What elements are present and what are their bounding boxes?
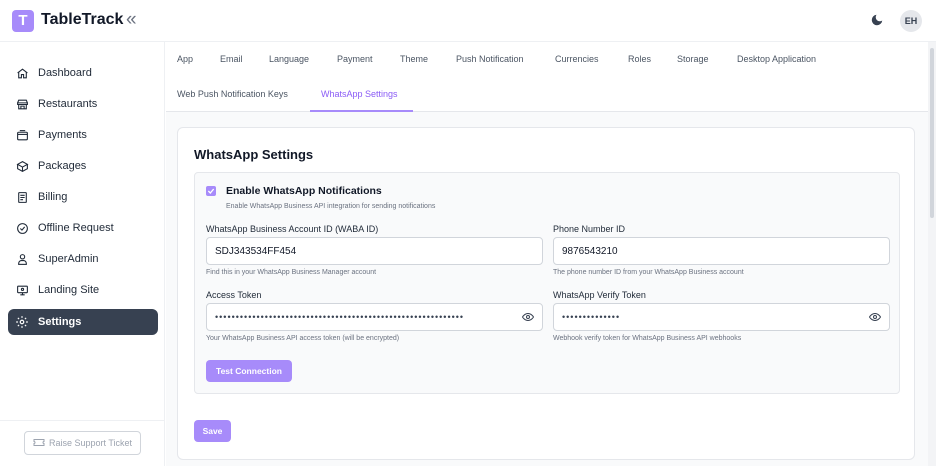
test-connection-button[interactable]: Test Connection [206,360,292,382]
tab-currencies[interactable]: Currencies [555,54,599,64]
tab-push-notification[interactable]: Push Notification [456,54,524,64]
enable-whatsapp-label: Enable WhatsApp Notifications [226,185,382,197]
avatar[interactable]: EH [900,10,922,32]
waba-id-help: Find this in your WhatsApp Business Mana… [206,269,377,276]
sidebar-item-label: Offline Request [38,222,114,234]
user-icon [14,251,30,267]
settings-tabs: App Email Language Payment Theme Push No… [166,42,928,112]
save-button[interactable]: Save [194,420,231,442]
sidebar-item-label: Landing Site [38,284,100,296]
brand-name: TableTrack [41,11,124,28]
tab-web-push-notification-keys[interactable]: Web Push Notification Keys [177,89,288,99]
verify-token-help: Webhook verify token for WhatsApp Busine… [553,335,742,342]
sidebar-item-offline-request[interactable]: Offline Request [8,215,158,241]
tab-payment[interactable]: Payment [337,54,373,64]
document-icon [14,189,30,205]
wallet-icon [14,127,30,143]
collapse-sidebar-button[interactable]: « [126,9,137,31]
sidebar-item-dashboard[interactable]: Dashboard [8,60,158,86]
check-circle-icon [14,220,30,236]
tab-desktop-application[interactable]: Desktop Application [737,54,816,64]
page-title: WhatsApp Settings [194,147,314,162]
whatsapp-settings-card: WhatsApp Settings Enable WhatsApp Notifi… [177,127,915,460]
access-token-label: Access Token [206,290,262,300]
moon-icon[interactable] [870,13,884,27]
sidebar-item-landing-site[interactable]: Landing Site [8,277,158,303]
sidebar-item-label: Restaurants [38,98,98,110]
active-tab-indicator [310,110,413,112]
sidebar-item-billing[interactable]: Billing [8,184,158,210]
sidebar-item-packages[interactable]: Packages [8,153,158,179]
eye-icon[interactable] [522,311,534,323]
logo-icon: T [12,10,34,32]
whatsapp-config-panel: Enable WhatsApp Notifications Enable Wha… [194,172,900,394]
tab-storage[interactable]: Storage [677,54,709,64]
sidebar-item-label: SuperAdmin [38,253,99,265]
tab-language[interactable]: Language [269,54,309,64]
home-icon [14,65,30,81]
sidebar-item-restaurants[interactable]: Restaurants [8,91,158,117]
store-icon [14,96,30,112]
enable-whatsapp-description: Enable WhatsApp Business API integration… [226,203,436,210]
access-token-input[interactable]: ••••••••••••••••••••••••••••••••••••••••… [206,303,543,331]
sidebar-item-payments[interactable]: Payments [8,122,158,148]
page-scrollbar[interactable] [928,42,936,466]
phone-number-id-input[interactable]: 9876543210 [553,237,890,265]
sidebar-item-label: Packages [38,160,87,172]
scrollbar-thumb[interactable] [930,48,934,218]
enable-whatsapp-checkbox[interactable] [206,186,216,196]
main-content: App Email Language Payment Theme Push No… [166,42,928,466]
tab-theme[interactable]: Theme [400,54,428,64]
check-icon [207,188,215,194]
sidebar: Dashboard Restaurants Payments Packages … [0,42,165,466]
raise-support-ticket-button[interactable]: Raise Support Ticket [24,431,141,455]
sidebar-item-label: Payments [38,129,87,141]
eye-icon[interactable] [869,311,881,323]
phone-number-id-label: Phone Number ID [553,224,626,234]
tab-roles[interactable]: Roles [628,54,651,64]
waba-id-input[interactable]: SDJ343534FF454 [206,237,543,265]
top-bar: T TableTrack « EH [0,0,936,42]
access-token-help: Your WhatsApp Business API access token … [206,335,400,342]
support-ticket-label: Raise Support Ticket [48,438,133,448]
monitor-icon [14,282,30,298]
phone-number-id-help: The phone number ID from your WhatsApp B… [553,269,744,276]
sidebar-footer: Raise Support Ticket [0,420,165,466]
waba-id-label: WhatsApp Business Account ID (WABA ID) [206,224,379,234]
verify-token-label: WhatsApp Verify Token [553,290,646,300]
ticket-icon [33,438,45,449]
verify-token-input[interactable]: •••••••••••••• [553,303,890,331]
tab-whatsapp-settings[interactable]: WhatsApp Settings [321,89,398,99]
tab-email[interactable]: Email [220,54,243,64]
sidebar-item-label: Settings [38,316,82,328]
sidebar-item-label: Dashboard [38,67,92,79]
sidebar-item-superadmin[interactable]: SuperAdmin [8,246,158,272]
sidebar-item-settings[interactable]: Settings [8,309,158,335]
sidebar-item-label: Billing [38,191,68,203]
box-icon [14,158,30,174]
tab-app[interactable]: App [177,54,193,64]
gear-icon [14,314,30,330]
